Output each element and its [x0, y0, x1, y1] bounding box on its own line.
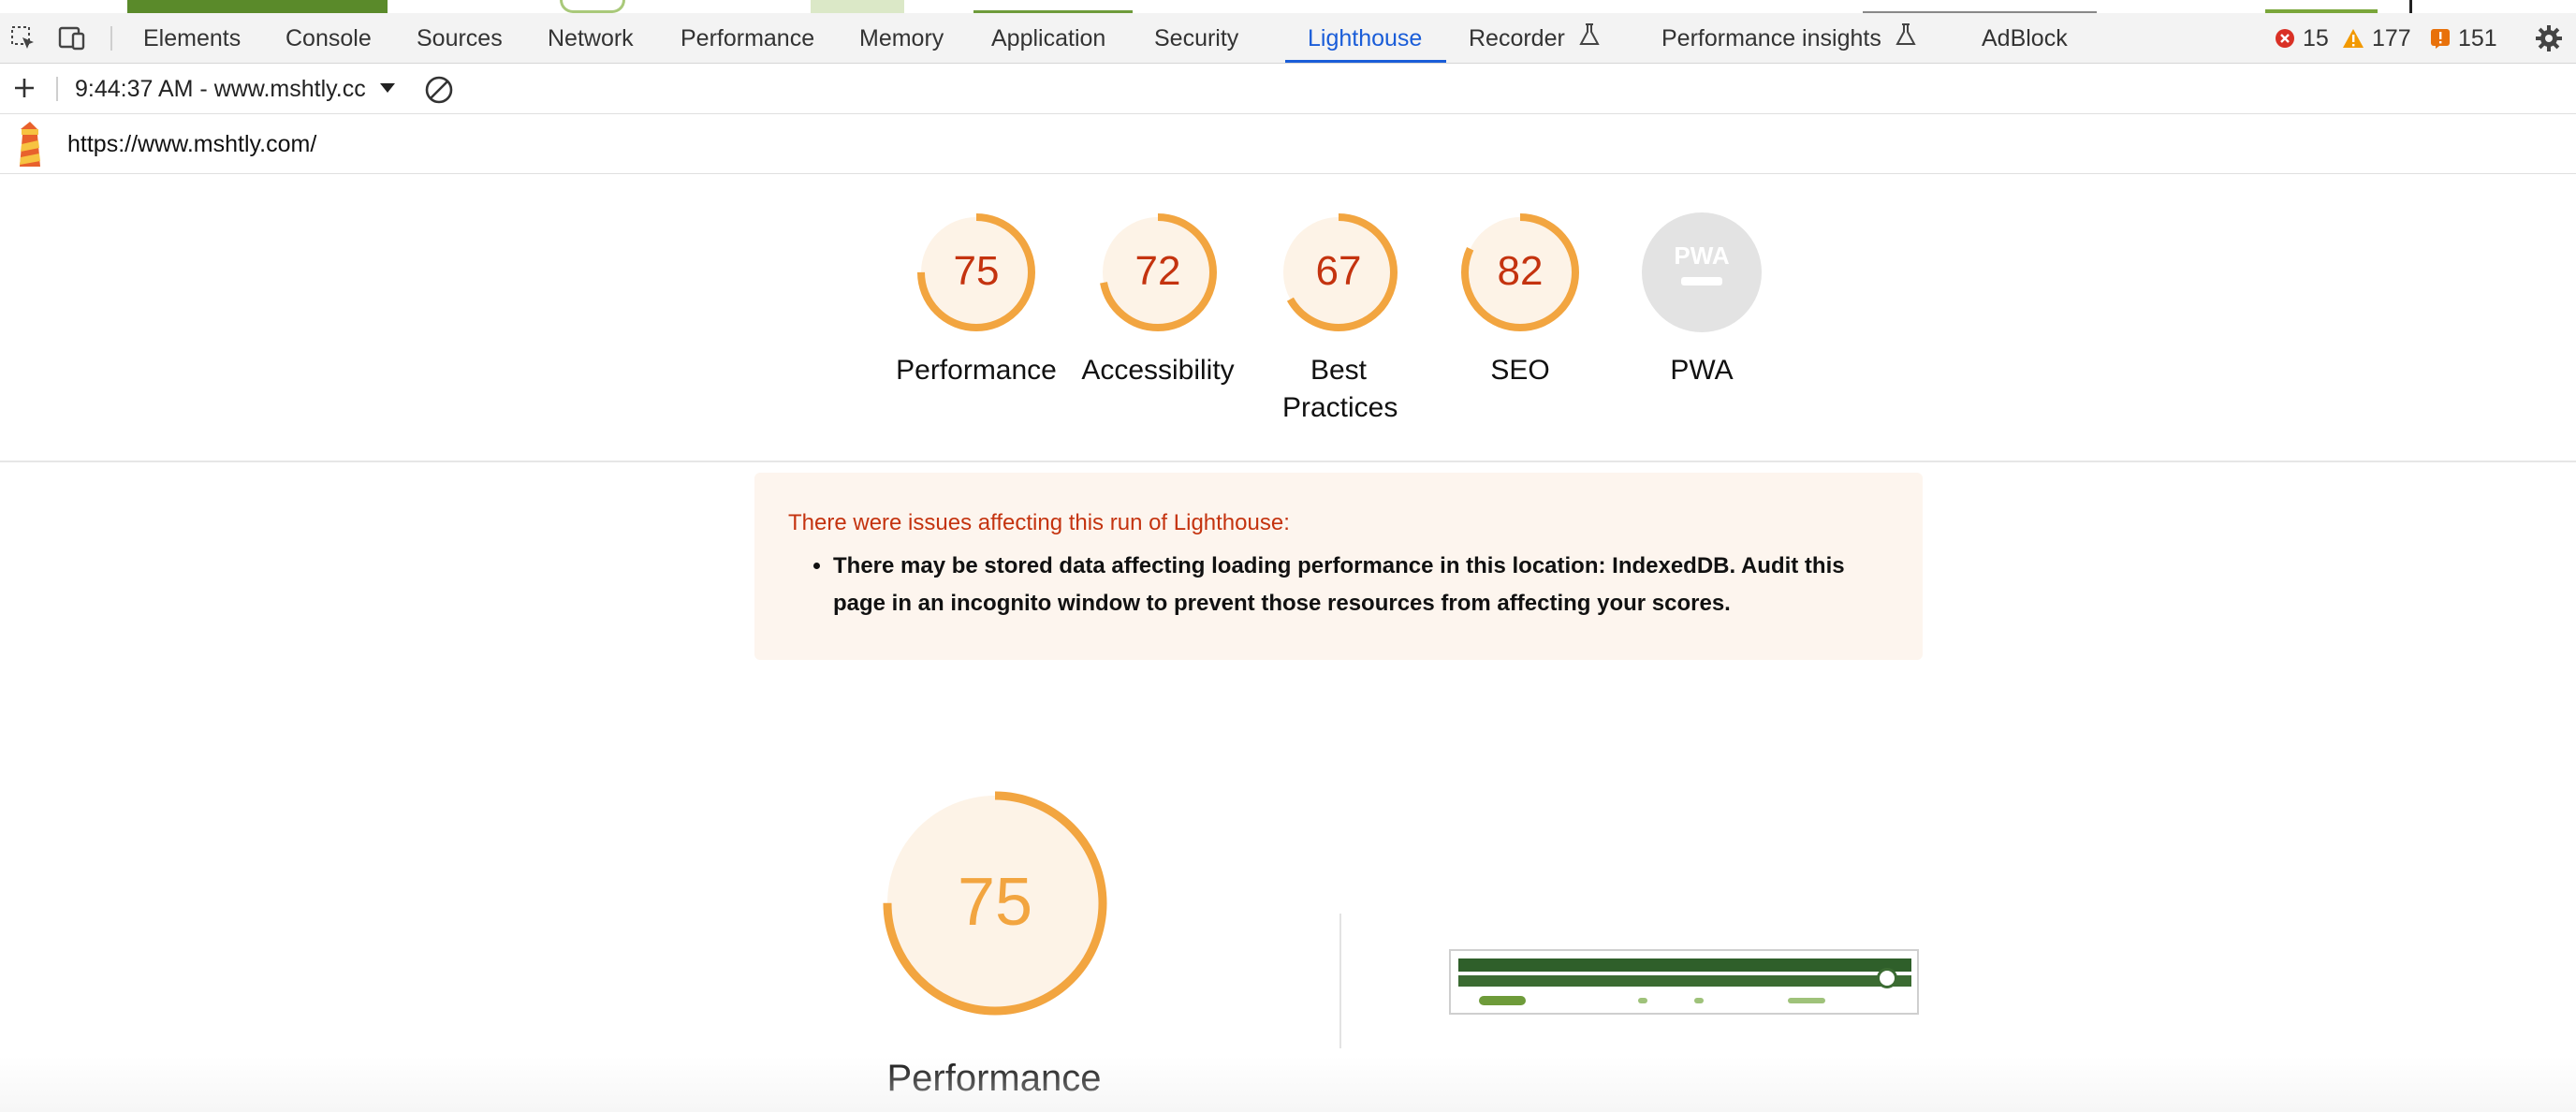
chevron-down-icon[interactable] [378, 79, 397, 102]
clear-reports-icon[interactable] [422, 73, 456, 111]
warning-counter[interactable]: 177 [2342, 13, 2411, 64]
thumbnail-element [1788, 998, 1825, 1003]
pwa-label: PWA [1670, 355, 1734, 386]
performance-main-label: Performance [886, 1058, 1102, 1099]
tab-performance-insights-label: Performance insights [1661, 25, 1881, 51]
best-practices-gauge-ring: 67 [1280, 213, 1398, 331]
accessibility-label: Accessibility [1081, 355, 1235, 386]
device-toolbar-icon[interactable] [56, 22, 88, 54]
gauge-seo[interactable]: 82 SEO [1436, 210, 1604, 389]
tab-lighthouse[interactable]: Lighthouse [1308, 13, 1422, 64]
issues-count: 151 [2458, 24, 2497, 51]
tab-sources[interactable]: Sources [417, 13, 503, 64]
tab-performance-insights[interactable]: Performance insights [1661, 13, 1916, 64]
gauge-accessibility[interactable]: 72 Accessibility [1074, 210, 1242, 389]
lighthouse-logo-icon [13, 120, 47, 173]
tab-recorder-label: Recorder [1469, 25, 1565, 51]
flask-icon [1895, 14, 1916, 65]
thumbnail-nav-bar [1458, 975, 1911, 987]
warnings-list: There may be stored data affecting loadi… [788, 548, 1855, 622]
active-tab-indicator [1285, 60, 1446, 63]
seo-score: 82 [1498, 248, 1544, 294]
page-behind-devtools [0, 0, 2576, 13]
accessibility-gauge-ring: 72 [1099, 213, 1217, 331]
seo-gauge-ring: 82 [1461, 213, 1579, 331]
performance-main-gauge-ring: 75 [883, 791, 1107, 1016]
report-run-select[interactable]: 9:44:37 AM - www.mshtly.cc [75, 64, 384, 114]
flask-icon [1579, 14, 1600, 65]
page-logo-fragment [2265, 0, 2378, 13]
error-icon [2275, 28, 2295, 49]
lighthouse-toolbar: 9:44:37 AM - www.mshtly.cc [0, 64, 2576, 114]
bottom-fade [0, 1056, 2576, 1112]
tab-memory[interactable]: Memory [859, 13, 944, 64]
warnings-title: There were issues affecting this run of … [788, 510, 1290, 535]
page-text-fragment [1863, 0, 2097, 13]
page-screenshot-thumbnail[interactable] [1449, 949, 1919, 1015]
thumbnail-element [1638, 998, 1647, 1003]
page-text-fragment [973, 0, 1133, 13]
section-divider [1339, 914, 1341, 1048]
report-url[interactable]: https://www.mshtly.com/ [67, 114, 316, 174]
gauge-performance[interactable]: 75 Performance [892, 210, 1061, 389]
performance-main-score: 75 [958, 865, 1032, 940]
tab-recorder[interactable]: Recorder [1469, 13, 1600, 64]
error-count: 15 [2303, 24, 2329, 51]
tab-adblock[interactable]: AdBlock [1982, 13, 2068, 64]
report-url-bar: https://www.mshtly.com/ [0, 114, 2576, 174]
issues-counter[interactable]: 151 [2430, 13, 2497, 64]
page-shape-fragment [560, 0, 625, 13]
performance-main-gauge[interactable]: 75 [880, 788, 1110, 1023]
pwa-badge-text: PWA [1674, 241, 1729, 270]
warning-count: 177 [2372, 24, 2411, 51]
performance-gauge-ring: 75 [917, 213, 1035, 331]
error-counter[interactable]: 15 [2275, 13, 2329, 64]
tab-console[interactable]: Console [285, 13, 372, 64]
category-gauges: 75 Performance 72 Accessibility 67 Best … [0, 174, 2576, 462]
page-banner-fragment [127, 0, 388, 13]
thumbnail-header-bar [1458, 958, 1911, 972]
warning-item: There may be stored data affecting loadi… [833, 548, 1855, 622]
accessibility-score: 72 [1135, 248, 1181, 294]
tab-application[interactable]: Application [991, 13, 1105, 64]
gauge-best-practices[interactable]: 67 Best Practices [1254, 210, 1423, 427]
run-warnings-box: There were issues affecting this run of … [754, 473, 1923, 660]
performance-label: Performance [896, 355, 1057, 386]
tab-elements[interactable]: Elements [143, 13, 241, 64]
toolbar-separator [56, 77, 58, 101]
thumbnail-badge [1877, 968, 1897, 988]
gauge-pwa[interactable]: PWA PWA [1617, 210, 1786, 389]
devtools-tab-bar: Elements Console Sources Network Perform… [0, 13, 2576, 64]
inspect-element-icon[interactable] [7, 22, 39, 54]
pwa-badge-icon: PWA [1642, 212, 1762, 332]
performance-score: 75 [954, 248, 1000, 294]
page-shape-fragment [811, 0, 904, 13]
seo-label: SEO [1490, 355, 1550, 386]
new-report-plus-icon[interactable] [7, 71, 41, 105]
thumbnail-button [1479, 996, 1526, 1005]
page-divider-fragment [2409, 0, 2412, 13]
issue-flag-icon [2430, 28, 2451, 49]
best-practices-label: Best Practices [1282, 355, 1398, 423]
settings-gear-icon[interactable] [2533, 22, 2565, 54]
tab-performance[interactable]: Performance [681, 13, 814, 64]
thumbnail-element [1694, 998, 1704, 1003]
tab-security[interactable]: Security [1154, 13, 1238, 64]
tab-network[interactable]: Network [548, 13, 634, 64]
best-practices-score: 67 [1316, 248, 1362, 294]
toolbar-separator [110, 26, 112, 51]
warning-icon [2342, 28, 2364, 49]
